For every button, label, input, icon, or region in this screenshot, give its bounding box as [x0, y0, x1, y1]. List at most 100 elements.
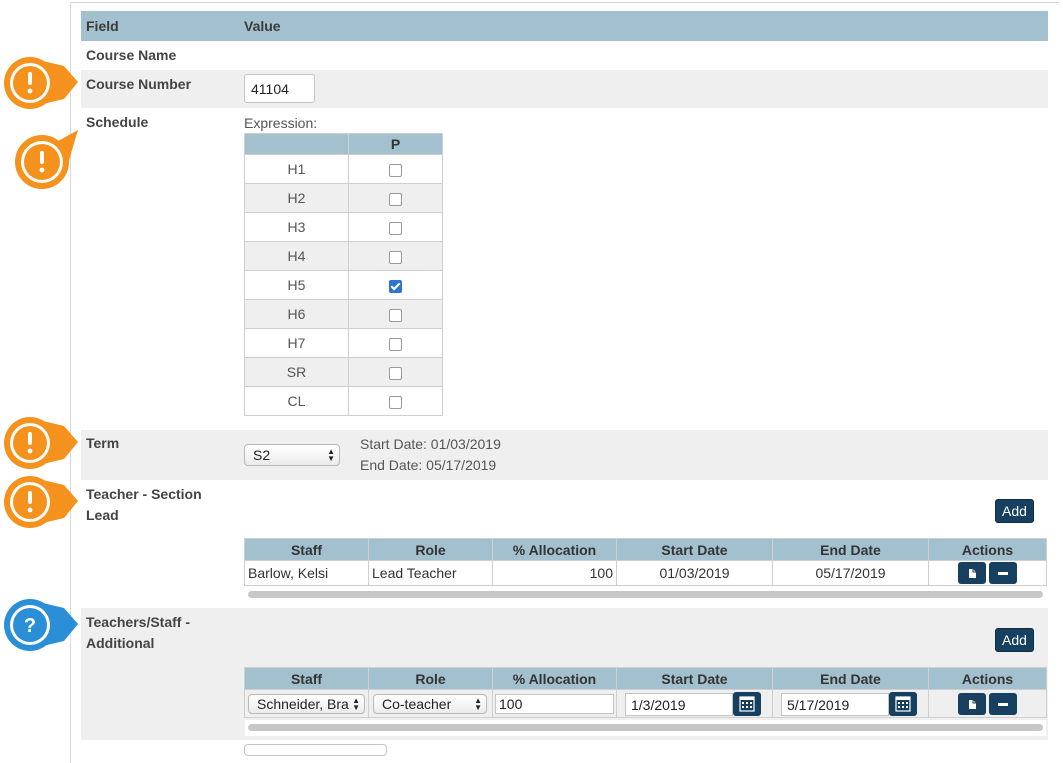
course-number-label: Course Number: [86, 76, 192, 92]
teacher-lead-label: Teacher - Section Lead: [86, 484, 202, 526]
period-checkbox-h5[interactable]: [389, 279, 402, 293]
period-label: H6: [244, 299, 349, 329]
table-row: Barlow, Kelsi Lead Teacher 100 01/03/201…: [244, 560, 1047, 586]
minus-icon[interactable]: [989, 692, 1018, 715]
lead-table-scrollbar[interactable]: [245, 587, 1046, 603]
p-column-header: P: [348, 133, 443, 155]
course-number-row: Course Number: [81, 70, 1048, 108]
question-icon: ?: [4, 599, 78, 651]
column-header: Actions: [928, 538, 1047, 561]
table-row: Schneider, Bra ▲ ▼ Co-teacher ▲ ▼: [244, 689, 1047, 718]
term-selected-value: S2: [253, 447, 271, 463]
term-select[interactable]: S2 ▲ ▼: [244, 444, 340, 466]
column-header: Staff: [244, 538, 369, 561]
period-cell: [348, 299, 443, 329]
period-checkbox-h2[interactable]: [389, 192, 402, 206]
minus-icon[interactable]: [989, 562, 1018, 584]
period-checkbox-h4[interactable]: [389, 250, 402, 264]
period-label: H7: [244, 328, 349, 358]
staff-selected-value: Schneider, Bra: [257, 696, 349, 712]
column-header: End Date: [772, 667, 929, 690]
exclamation-icon: [4, 417, 78, 469]
allocation-cell: 100: [492, 560, 617, 586]
actions-cell: [928, 689, 1047, 718]
period-label: CL: [244, 386, 349, 416]
role-selected-value: Co-teacher: [382, 696, 452, 712]
period-label: H5: [244, 270, 349, 300]
exclamation-icon: [4, 57, 78, 109]
calendar-icon[interactable]: [889, 692, 917, 716]
document-icon[interactable]: [957, 562, 986, 584]
column-header: Role: [368, 667, 493, 690]
column-header: Start Date: [616, 538, 773, 561]
select-arrows-icon: ▲ ▼: [474, 696, 482, 712]
document-icon[interactable]: [957, 692, 986, 715]
term-label: Term: [86, 435, 120, 451]
teachers-additional-row: Teachers/Staff - Additional Add Staff Rol…: [81, 608, 1048, 740]
schedule-table: P H1 H2 H3 H4 H5 H6 H7 SR CL: [244, 133, 443, 416]
column-header: % Allocation: [492, 667, 617, 690]
start-date-cell: 01/03/2019: [616, 560, 773, 586]
role-cell: Lead Teacher: [368, 560, 493, 586]
schedule-row: Schedule Expression: P H1 H2 H3 H4 H5 H6 H7 SR C…: [81, 108, 1048, 430]
schedule-label: Schedule: [86, 114, 149, 130]
staff-cell: Barlow, Kelsi: [244, 560, 369, 586]
course-name-row: Course Name: [81, 41, 1048, 70]
teacher-lead-row: Teacher - Section Lead Add Staff Role% Al…: [81, 480, 1048, 608]
additional-table-scrollbar[interactable]: [245, 720, 1046, 736]
period-label: H4: [244, 241, 349, 271]
period-cell: [348, 328, 443, 358]
next-field-input[interactable]: [244, 744, 387, 756]
calendar-icon[interactable]: [733, 692, 761, 716]
expression-label: Expression:: [244, 115, 318, 131]
schedule-period-row: H6: [244, 299, 443, 329]
exclamation-icon: [4, 476, 78, 528]
allocation-cell: [492, 689, 617, 718]
schedule-period-row: H2: [244, 183, 443, 213]
schedule-period-row: H1: [244, 154, 443, 184]
schedule-period-row: H4: [244, 241, 443, 271]
period-checkbox-h6[interactable]: [389, 308, 402, 322]
add-additional-staff-button[interactable]: Add: [995, 628, 1034, 652]
period-cell: [348, 183, 443, 213]
end-date-cell: 05/17/2019: [772, 560, 929, 586]
lead-teacher-table: Staff Role% Allocation Start Date End Date A…: [244, 538, 1047, 586]
teachers-additional-label-line2: Additional: [86, 635, 155, 651]
exclamation-icon: [15, 130, 78, 189]
period-checkbox-sr[interactable]: [389, 366, 402, 380]
svg-text:?: ?: [24, 615, 36, 637]
period-label: H3: [244, 212, 349, 242]
table-header: Field Value: [81, 11, 1048, 41]
value-column-header: Value: [244, 18, 281, 34]
add-lead-teacher-button[interactable]: Add: [995, 499, 1034, 523]
schedule-period-row: H3: [244, 212, 443, 242]
schedule-period-row: SR: [244, 357, 443, 387]
period-cell: [348, 212, 443, 242]
column-header: % Allocation: [492, 538, 617, 561]
end-date-input[interactable]: [781, 693, 889, 716]
actions-cell: [928, 560, 1047, 586]
start-date-cell: [616, 689, 773, 718]
period-checkbox-h3[interactable]: [389, 221, 402, 235]
period-checkbox-h1[interactable]: [389, 163, 402, 177]
teacher-lead-label-line2: Lead: [86, 507, 119, 523]
period-column-header: [244, 133, 349, 155]
role-select[interactable]: Co-teacher ▲ ▼: [373, 694, 487, 714]
teachers-additional-label-line1: Teachers/Staff -: [86, 614, 190, 630]
period-checkbox-cl[interactable]: [389, 395, 402, 409]
staff-select[interactable]: Schneider, Bra ▲ ▼: [248, 694, 365, 714]
period-cell: [348, 357, 443, 387]
period-label: H2: [244, 183, 349, 213]
course-number-input[interactable]: [244, 74, 315, 103]
allocation-input[interactable]: [495, 694, 614, 714]
column-header: Start Date: [616, 667, 773, 690]
start-date-input[interactable]: [625, 693, 733, 716]
additional-staff-table: Staff Role% Allocation Start Date End Date A…: [244, 667, 1047, 718]
end-date-cell: [772, 689, 929, 718]
course-name-label: Course Name: [86, 47, 177, 63]
period-cell: [348, 154, 443, 184]
period-checkbox-h7[interactable]: [389, 337, 402, 351]
role-cell: Co-teacher ▲ ▼: [368, 689, 493, 718]
field-column-header: Field: [86, 18, 119, 34]
period-cell: [348, 270, 443, 300]
